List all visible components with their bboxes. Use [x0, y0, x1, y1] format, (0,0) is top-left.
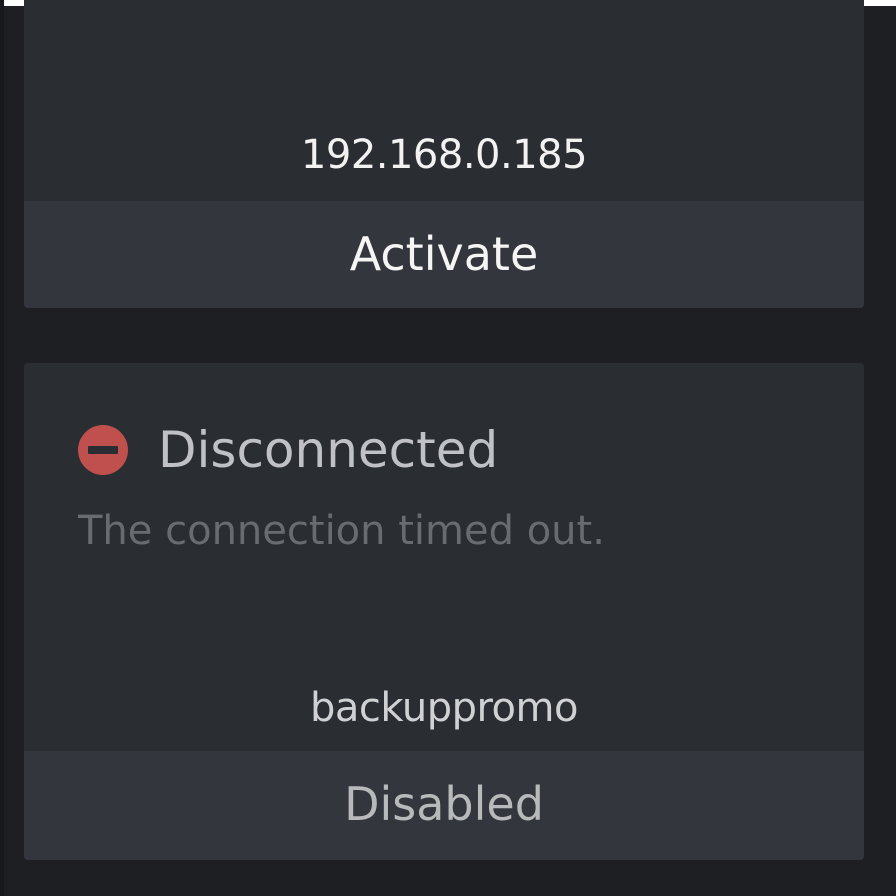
- disabled-button: Disabled: [24, 751, 864, 860]
- connection-card: 192.168.0.185 Activate: [24, 0, 864, 308]
- address-label: 192.168.0.185: [300, 132, 588, 178]
- status-row: Disconnected: [78, 418, 498, 482]
- status-label: Disconnected: [158, 421, 499, 479]
- account-label: backuppromo: [310, 685, 578, 731]
- connection-card: Disconnected The connection timed out. b…: [24, 363, 864, 860]
- no-entry-icon: [78, 425, 128, 475]
- left-edge: [0, 0, 4, 896]
- status-detail: The connection timed out.: [78, 508, 605, 554]
- viewport: 192.168.0.185 Activate Disconnected The …: [0, 0, 896, 896]
- activate-button[interactable]: Activate: [24, 201, 864, 308]
